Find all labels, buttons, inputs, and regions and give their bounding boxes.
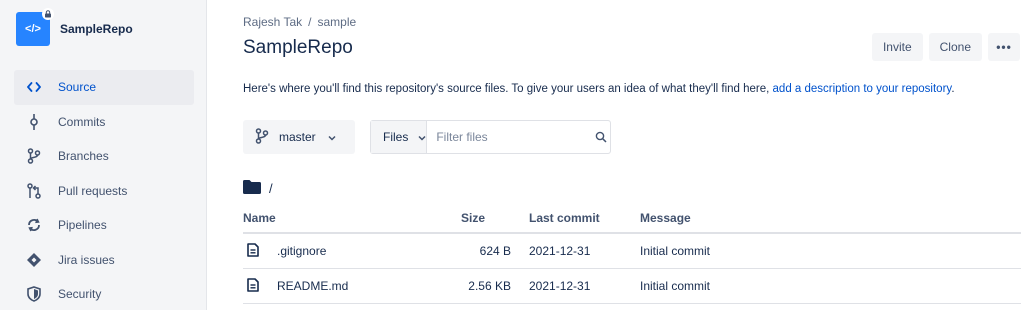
lock-icon xyxy=(42,8,54,20)
current-path: / xyxy=(243,180,273,197)
page-title: SampleRepo xyxy=(243,37,353,58)
pull-request-icon xyxy=(26,183,42,199)
repo-header[interactable]: </> SampleRepo xyxy=(16,8,133,46)
file-size: 2.56 KB xyxy=(461,268,529,304)
main-content: Rajesh Tak / sample SampleRepo Invite Clon… xyxy=(243,0,1024,310)
sidebar-item-source[interactable]: Source xyxy=(14,70,194,105)
description-end: . xyxy=(951,83,955,95)
path-root[interactable]: / xyxy=(269,181,273,196)
sidebar-item-pipelines[interactable]: Pipelines xyxy=(14,208,194,243)
commit-icon xyxy=(26,113,42,130)
more-actions-button[interactable]: ••• xyxy=(988,33,1020,61)
description-text: Here's where you'll find this repository… xyxy=(243,83,770,95)
file-icon xyxy=(247,277,263,294)
repo-avatar-glyph: </> xyxy=(25,23,41,35)
file-name-link[interactable]: .gitignore xyxy=(277,244,326,258)
file-name-cell: README.md xyxy=(243,268,461,304)
file-name-cell: .gitignore xyxy=(243,233,461,269)
branch-name: master xyxy=(279,130,316,144)
table-row[interactable]: .gitignore 624 B 2021-12-31 Initial comm… xyxy=(243,233,1021,269)
sidebar-item-label: Source xyxy=(58,80,97,95)
pipelines-icon xyxy=(26,217,42,233)
repo-description: Here's where you'll find this repository… xyxy=(243,83,955,95)
file-controls: master Files xyxy=(243,120,611,154)
column-header-name[interactable]: Name xyxy=(243,203,461,234)
sidebar-item-label: Jira issues xyxy=(58,252,115,267)
files-dropdown[interactable]: Files xyxy=(371,121,428,153)
sidebar-item-label: Pipelines xyxy=(58,218,107,233)
sidebar: </> SampleRepo Source Commits Branches P… xyxy=(0,0,207,310)
sidebar-item-commits[interactable]: Commits xyxy=(14,105,194,140)
branch-icon xyxy=(26,148,42,164)
invite-button[interactable]: Invite xyxy=(871,33,923,61)
code-icon xyxy=(26,79,42,95)
column-header-last-commit[interactable]: Last commit xyxy=(529,203,640,234)
breadcrumb-separator: / xyxy=(308,15,312,29)
breadcrumb: Rajesh Tak / sample xyxy=(243,15,356,29)
clone-button[interactable]: Clone xyxy=(928,33,982,61)
header-actions: Invite Clone ••• xyxy=(871,33,1020,61)
sidebar-item-jira-issues[interactable]: Jira issues xyxy=(14,243,194,278)
sidebar-item-security[interactable]: Security xyxy=(14,277,194,310)
file-filter-group: Files xyxy=(370,120,611,154)
table-row[interactable]: README.md 2.56 KB 2021-12-31 Initial com… xyxy=(243,268,1021,304)
file-commit-message[interactable]: Initial commit xyxy=(640,268,1021,304)
sidebar-item-label: Security xyxy=(58,287,102,302)
repo-name[interactable]: SampleRepo xyxy=(60,22,133,36)
shield-icon xyxy=(26,286,42,303)
sidebar-nav: Source Commits Branches Pull requests Pi… xyxy=(14,70,194,310)
jira-icon xyxy=(26,252,42,268)
breadcrumb-workspace[interactable]: Rajesh Tak xyxy=(243,15,302,29)
breadcrumb-project[interactable]: sample xyxy=(318,15,357,29)
sidebar-item-label: Commits xyxy=(58,114,106,129)
sidebar-item-label: Branches xyxy=(58,149,109,164)
column-header-message[interactable]: Message xyxy=(640,203,1021,234)
table-header-row: Name Size Last commit Message xyxy=(243,203,1021,234)
file-last-commit: 2021-12-31 xyxy=(529,268,640,304)
branch-icon xyxy=(255,127,269,147)
column-header-size[interactable]: Size xyxy=(461,203,529,234)
branch-selector[interactable]: master xyxy=(243,120,355,154)
file-table: Name Size Last commit Message .gitignore… xyxy=(243,203,1021,304)
add-description-link[interactable]: add a description to your repository xyxy=(773,83,952,95)
folder-icon[interactable] xyxy=(243,180,261,197)
file-size: 624 B xyxy=(461,233,529,269)
chevron-down-icon xyxy=(418,130,426,144)
file-icon xyxy=(247,242,263,259)
filter-files-input[interactable] xyxy=(427,121,592,153)
file-last-commit: 2021-12-31 xyxy=(529,233,640,269)
sidebar-item-label: Pull requests xyxy=(58,183,128,198)
repo-avatar[interactable]: </> xyxy=(16,8,54,46)
file-name-link[interactable]: README.md xyxy=(277,279,348,293)
sidebar-item-pull-requests[interactable]: Pull requests xyxy=(14,174,194,209)
search-icon[interactable] xyxy=(591,121,610,153)
chevron-down-icon xyxy=(328,130,336,144)
sidebar-item-branches[interactable]: Branches xyxy=(14,139,194,174)
files-dropdown-label: Files xyxy=(383,130,409,144)
file-commit-message[interactable]: Initial commit xyxy=(640,233,1021,269)
